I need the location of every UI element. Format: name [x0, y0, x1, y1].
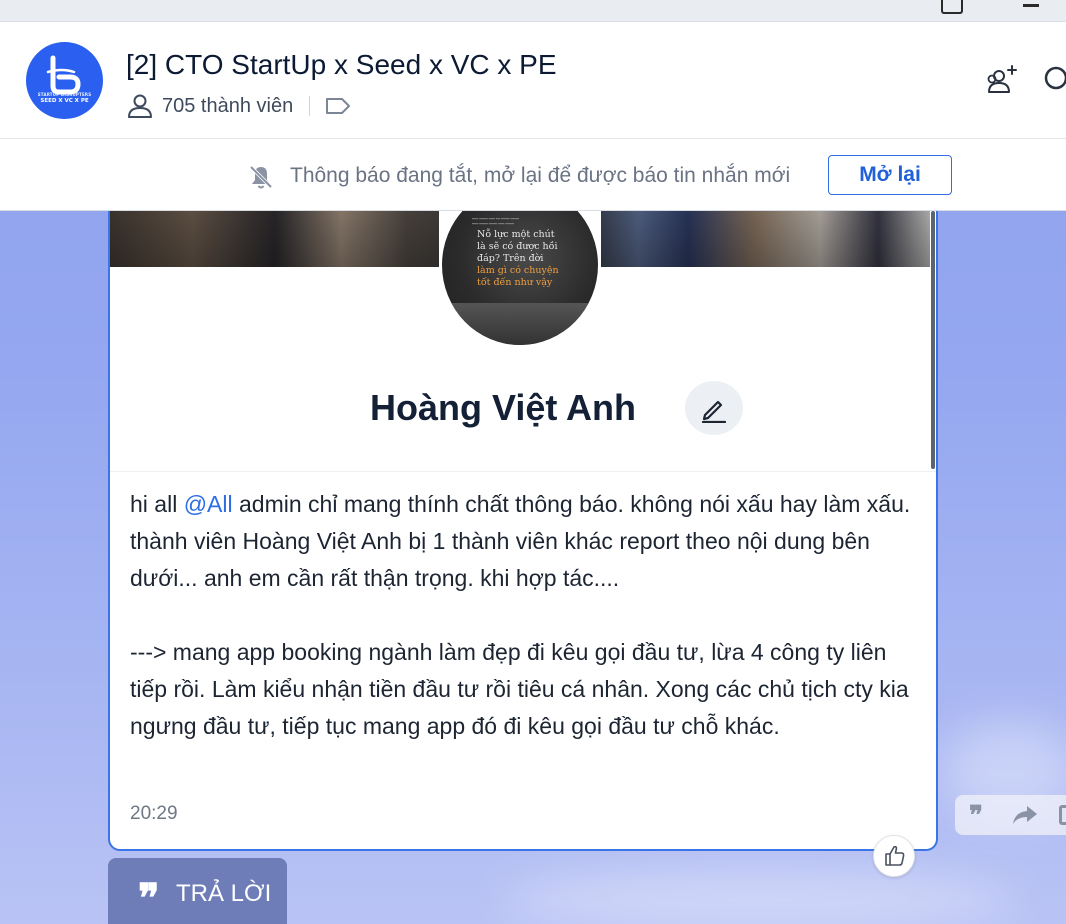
add-member-icon[interactable]: [984, 62, 1020, 98]
mention-all[interactable]: @All: [184, 491, 233, 517]
edit-name-button[interactable]: [685, 381, 743, 435]
message-text: hi all @All admin chỉ mang thính chất th…: [130, 491, 917, 739]
tag-icon[interactable]: [324, 96, 352, 116]
profile-avatar-image: ━━━ ━━━━ ━━━ ━━ ━━━━ ━━━━ ━━━ ━━━━ ━━━━ ━…: [442, 211, 598, 345]
window-restore-icon[interactable]: [941, 0, 963, 14]
pencil-icon: [701, 400, 727, 423]
avatar-quote-text: Nỗ lực một chút là sẽ có được hồi đáp? T…: [477, 229, 559, 288]
turn-on-notifications-button[interactable]: Mở lại: [828, 155, 952, 195]
card-scrollbar-thumb[interactable]: [931, 211, 935, 469]
chat-header: STARTUP DISRUPTERS SEED X VC X PE [2] CT…: [0, 22, 1066, 139]
member-count: 705 thành viên: [162, 94, 294, 117]
quote-icon: ❞: [138, 875, 160, 922]
message-hover-actions: ❞: [955, 795, 1066, 835]
group-title: [2] CTO StartUp x Seed x VC x PE: [126, 49, 557, 80]
group-logo-icon: [46, 55, 81, 95]
window-minimize-icon[interactable]: [1023, 4, 1039, 7]
window-top-strip: [0, 0, 1066, 22]
notification-off-banner: Thông báo đang tắt, mở lại để được báo t…: [0, 139, 1066, 211]
divider: [309, 96, 311, 116]
avatar-image-fine-print: ━━━ ━━━━ ━━━ ━━ ━━━━ ━━━━ ━━━ ━━━━ ━━━━ ━…: [472, 217, 520, 226]
person-icon: [128, 94, 152, 118]
forward-icon[interactable]: [1011, 804, 1039, 826]
profile-avatar[interactable]: ━━━ ━━━━ ━━━ ━━ ━━━━ ━━━━ ━━━ ━━━━ ━━━━ ━…: [439, 211, 601, 349]
more-actions-icon[interactable]: [1059, 805, 1066, 825]
message-card[interactable]: ━━━ ━━━━ ━━━ ━━ ━━━━ ━━━━ ━━━ ━━━━ ━━━━ ━…: [108, 211, 938, 851]
group-avatar-caption: STARTUP DISRUPTERS: [37, 92, 92, 97]
avatar-image-bottom: [442, 303, 598, 345]
search-icon[interactable]: [1040, 62, 1066, 98]
reply-label: TRẢ LỜI: [176, 880, 272, 907]
quote-icon[interactable]: ❞: [969, 801, 983, 831]
bell-off-icon: [249, 165, 273, 189]
message-timestamp: 20:29: [130, 803, 178, 824]
reply-button[interactable]: ❞ TRẢ LỜI: [108, 858, 287, 924]
notification-off-text: Thông báo đang tắt, mở lại để được báo t…: [290, 164, 791, 187]
group-avatar-subcaption: SEED X VC X PE: [40, 98, 89, 104]
react-like-button[interactable]: [873, 835, 915, 877]
profile-name: Hoàng Việt Anh: [370, 387, 637, 428]
group-avatar[interactable]: STARTUP DISRUPTERS SEED X VC X PE: [26, 42, 103, 119]
background-glow: [500, 870, 1020, 924]
card-divider: [110, 471, 936, 472]
member-info[interactable]: 705 thành viên: [126, 92, 352, 120]
thumbs-up-icon: [885, 845, 905, 866]
